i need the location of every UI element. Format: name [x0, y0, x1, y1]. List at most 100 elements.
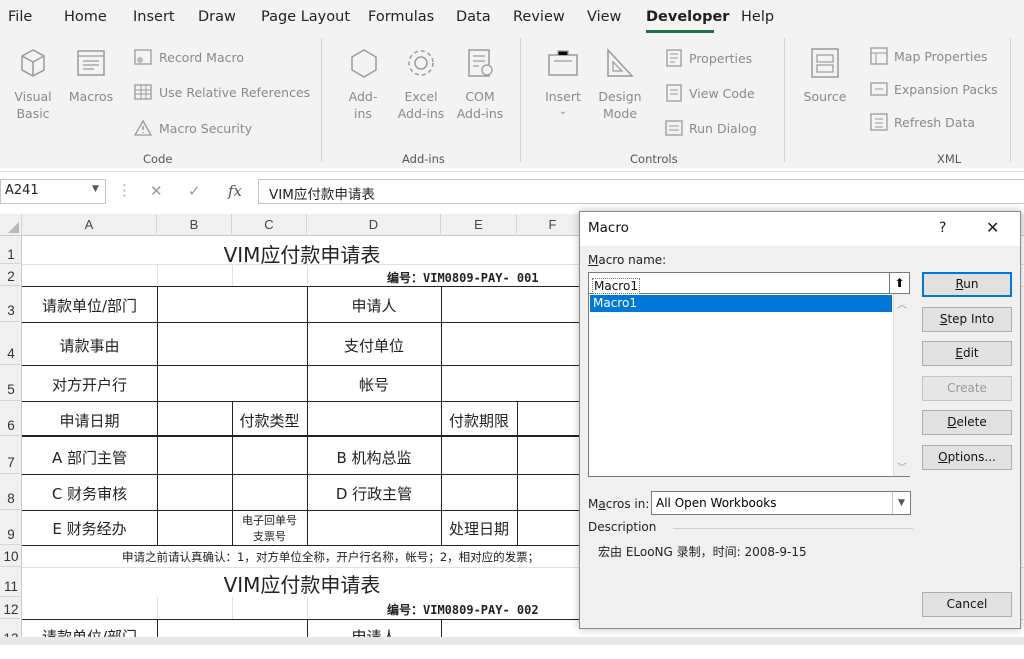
row-header[interactable]: 3 [0, 286, 22, 322]
active-tab-underline [646, 30, 714, 33]
options-button[interactable]: Options... [922, 445, 1012, 470]
map-properties-icon [870, 47, 888, 65]
run-dialog-icon [665, 120, 683, 136]
macros-in-select[interactable]: All Open Workbooks ▼ [651, 491, 911, 515]
dialog-title-bar: Macro ? ✕ [580, 212, 1020, 246]
formula-input[interactable]: VIM应付款申请表 [258, 179, 1024, 204]
menu-insert[interactable]: Insert [133, 9, 175, 25]
menu-help[interactable]: Help [741, 9, 774, 25]
com-add-ins-label-1: COM [465, 89, 495, 104]
table-border [22, 545, 582, 546]
column-header-e[interactable]: E [441, 214, 517, 236]
row-header[interactable]: 7 [0, 436, 22, 474]
close-icon[interactable]: ✕ [986, 218, 999, 237]
note-text: 申请之前请认真确认：1，对方单位全称，开户行名称，帐号；2，相对应的发票； [122, 550, 540, 564]
gridline [157, 597, 158, 619]
menu-review[interactable]: Review [513, 9, 565, 25]
menu-formulas[interactable]: Formulas [368, 9, 434, 25]
row-header[interactable]: 9 [0, 510, 22, 545]
help-button[interactable]: ? [939, 220, 946, 236]
name-box-dropdown-icon[interactable]: ▼ [92, 184, 99, 194]
name-box[interactable]: A241 [0, 179, 106, 204]
create-button[interactable]: Create [922, 376, 1012, 401]
gridline [232, 597, 233, 619]
table-border [22, 474, 582, 475]
chevron-down-icon[interactable]: ▼ [892, 492, 910, 514]
row-header[interactable]: 4 [0, 322, 22, 365]
label-process-date: 处理日期 [448, 520, 509, 538]
label-dept-head: A 部门主管 [51, 449, 128, 467]
form-number-2: 编号：VIM0809-PAY- 002 [387, 603, 539, 617]
expansion-packs-icon [870, 82, 888, 96]
row-header[interactable]: 5 [0, 365, 22, 401]
label-director: B 机构总监 [336, 449, 412, 467]
visual-basic-label-1: Visual [14, 89, 52, 104]
row-header[interactable]: 8 [0, 474, 22, 510]
macro-name-input[interactable]: Macro1 [588, 272, 890, 294]
dialog-title: Macro [588, 220, 629, 236]
grip-icon: ⋮ [117, 181, 132, 199]
delete-button[interactable]: Delete [922, 410, 1012, 435]
cancel-entry-icon[interactable]: ✕ [150, 182, 163, 200]
menu-home[interactable]: Home [64, 9, 107, 25]
select-all-corner[interactable] [0, 214, 22, 236]
row-header[interactable]: 10 [0, 545, 22, 567]
list-item[interactable]: Macro1 [590, 295, 892, 312]
macro-dialog: Macro ? ✕ Macro name: Macro1 ⬆ Macro1 ︿ … [579, 211, 1021, 629]
row-header[interactable]: 11 [0, 567, 22, 597]
menu-page-layout[interactable]: Page Layout [261, 9, 350, 25]
table-border [22, 619, 582, 620]
menu-data[interactable]: Data [456, 9, 491, 25]
row-header[interactable]: 6 [0, 401, 22, 436]
row-header[interactable]: 1 [0, 236, 22, 264]
edit-button[interactable]: Edit [922, 341, 1012, 366]
row-header[interactable]: 12 [0, 597, 22, 619]
controls-group-label: Controls [630, 152, 678, 166]
relative-references-icon [134, 84, 152, 100]
confirm-entry-icon[interactable]: ✓ [188, 182, 201, 200]
add-ins-label-1: Add- [348, 89, 378, 104]
macro-list[interactable]: Macro1 ︿ ﹀ [588, 294, 910, 477]
group-separator [784, 38, 785, 162]
column-header-c[interactable]: C [232, 214, 307, 236]
macro-name-value: Macro1 [592, 278, 640, 294]
step-into-button[interactable]: Step Into [922, 307, 1012, 332]
expansion-packs-label: Expansion Packs [894, 82, 998, 97]
toolbox-icon [548, 50, 578, 76]
label-finance-handler: E 财务经办 [52, 520, 127, 538]
macros-in-label: Macros in: [588, 497, 650, 511]
form-title: VIM应付款申请表 [223, 243, 381, 267]
list-scrollbar[interactable]: ︿ ﹀ [893, 294, 910, 476]
scroll-up-icon[interactable]: ︿ [897, 296, 907, 311]
menu-view[interactable]: View [587, 9, 621, 25]
run-button[interactable]: Run [922, 272, 1012, 297]
menu-draw[interactable]: Draw [198, 9, 236, 25]
column-header-b[interactable]: B [157, 214, 232, 236]
cancel-button[interactable]: Cancel [922, 592, 1012, 617]
com-add-ins-icon [468, 49, 493, 77]
map-properties-label: Map Properties [894, 49, 988, 64]
label-reason: 请款事由 [59, 337, 120, 355]
menu-file[interactable]: File [8, 9, 32, 25]
ribbon: Visual Basic Macros Record Macro Use Rel… [0, 36, 1024, 168]
column-header-a[interactable]: A [22, 214, 157, 236]
collapse-dialog-icon[interactable]: ⬆ [890, 272, 910, 294]
menu-developer[interactable]: Developer [646, 9, 729, 25]
scroll-down-icon[interactable]: ﹀ [897, 459, 907, 474]
table-border [22, 322, 582, 323]
form-number: 编号：VIM0809-PAY- 001 [387, 271, 539, 285]
excel-add-ins-label-1: Excel [404, 89, 438, 104]
row-header-bar: 1 2 3 4 5 6 7 8 9 10 11 12 13 [0, 236, 22, 646]
properties-label: Properties [689, 51, 753, 66]
label-admin-head: D 行政主管 [335, 485, 413, 503]
row-header[interactable]: 2 [0, 264, 22, 286]
design-mode-icon [607, 48, 634, 77]
warning-icon [134, 119, 152, 136]
description-text: 宏由 ELooNG 录制，时间: 2008-9-15 [598, 545, 807, 559]
label-counter-bank: 对方开户行 [51, 376, 127, 394]
insert-function-icon[interactable]: fx [228, 182, 242, 200]
table-border [307, 286, 308, 545]
record-macro-icon [134, 49, 152, 65]
column-header-d[interactable]: D [307, 214, 441, 236]
record-macro-label: Record Macro [159, 50, 244, 65]
